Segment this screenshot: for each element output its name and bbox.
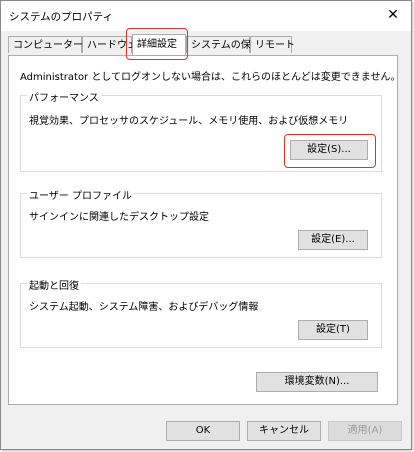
window-title: システムのプロパティ (9, 11, 114, 23)
performance-title: パフォーマンス (27, 89, 101, 104)
tab-remote[interactable]: リモート (250, 36, 295, 53)
performance-settings-button[interactable]: 設定(S)... (290, 140, 368, 160)
apply-button[interactable]: 適用(A) (328, 421, 402, 441)
cancel-button[interactable]: キャンセル (247, 421, 321, 441)
tab-computer-name[interactable]: コンピューター名 (8, 36, 93, 53)
user-profile-settings-button[interactable]: 設定(E)... (298, 230, 368, 250)
performance-description: 視覚効果、プロセッサのスケジュール、メモリ使用、および仮想メモリ (29, 116, 349, 127)
tab-hardware[interactable]: ハードウェア (82, 36, 147, 53)
startup-recovery-title: 起動と回復 (27, 277, 81, 292)
environment-variables-button[interactable]: 環境変数(N)... (256, 372, 378, 392)
admin-notice: Administrator としてログオンしない場合は、これらのほとんどは変更で… (20, 72, 401, 83)
performance-group: パフォーマンス 視覚効果、プロセッサのスケジュール、メモリ使用、および仮想メモリ (20, 89, 382, 172)
user-profile-title: ユーザー プロファイル (27, 187, 134, 202)
startup-recovery-settings-button[interactable]: 設定(T) (298, 320, 368, 340)
title-bar[interactable]: システムのプロパティ ✕ (1, 1, 411, 31)
ok-button[interactable]: OK (166, 421, 240, 441)
close-icon[interactable]: ✕ (381, 4, 405, 26)
tab-system-protection[interactable]: システムの保護 (186, 36, 261, 53)
startup-recovery-description: システム起動、システム障害、およびデバッグ情報 (29, 302, 259, 313)
user-profile-description: サインインに関連したデスクトップ設定 (29, 212, 209, 223)
tab-advanced[interactable]: 詳細設定 (132, 34, 186, 55)
